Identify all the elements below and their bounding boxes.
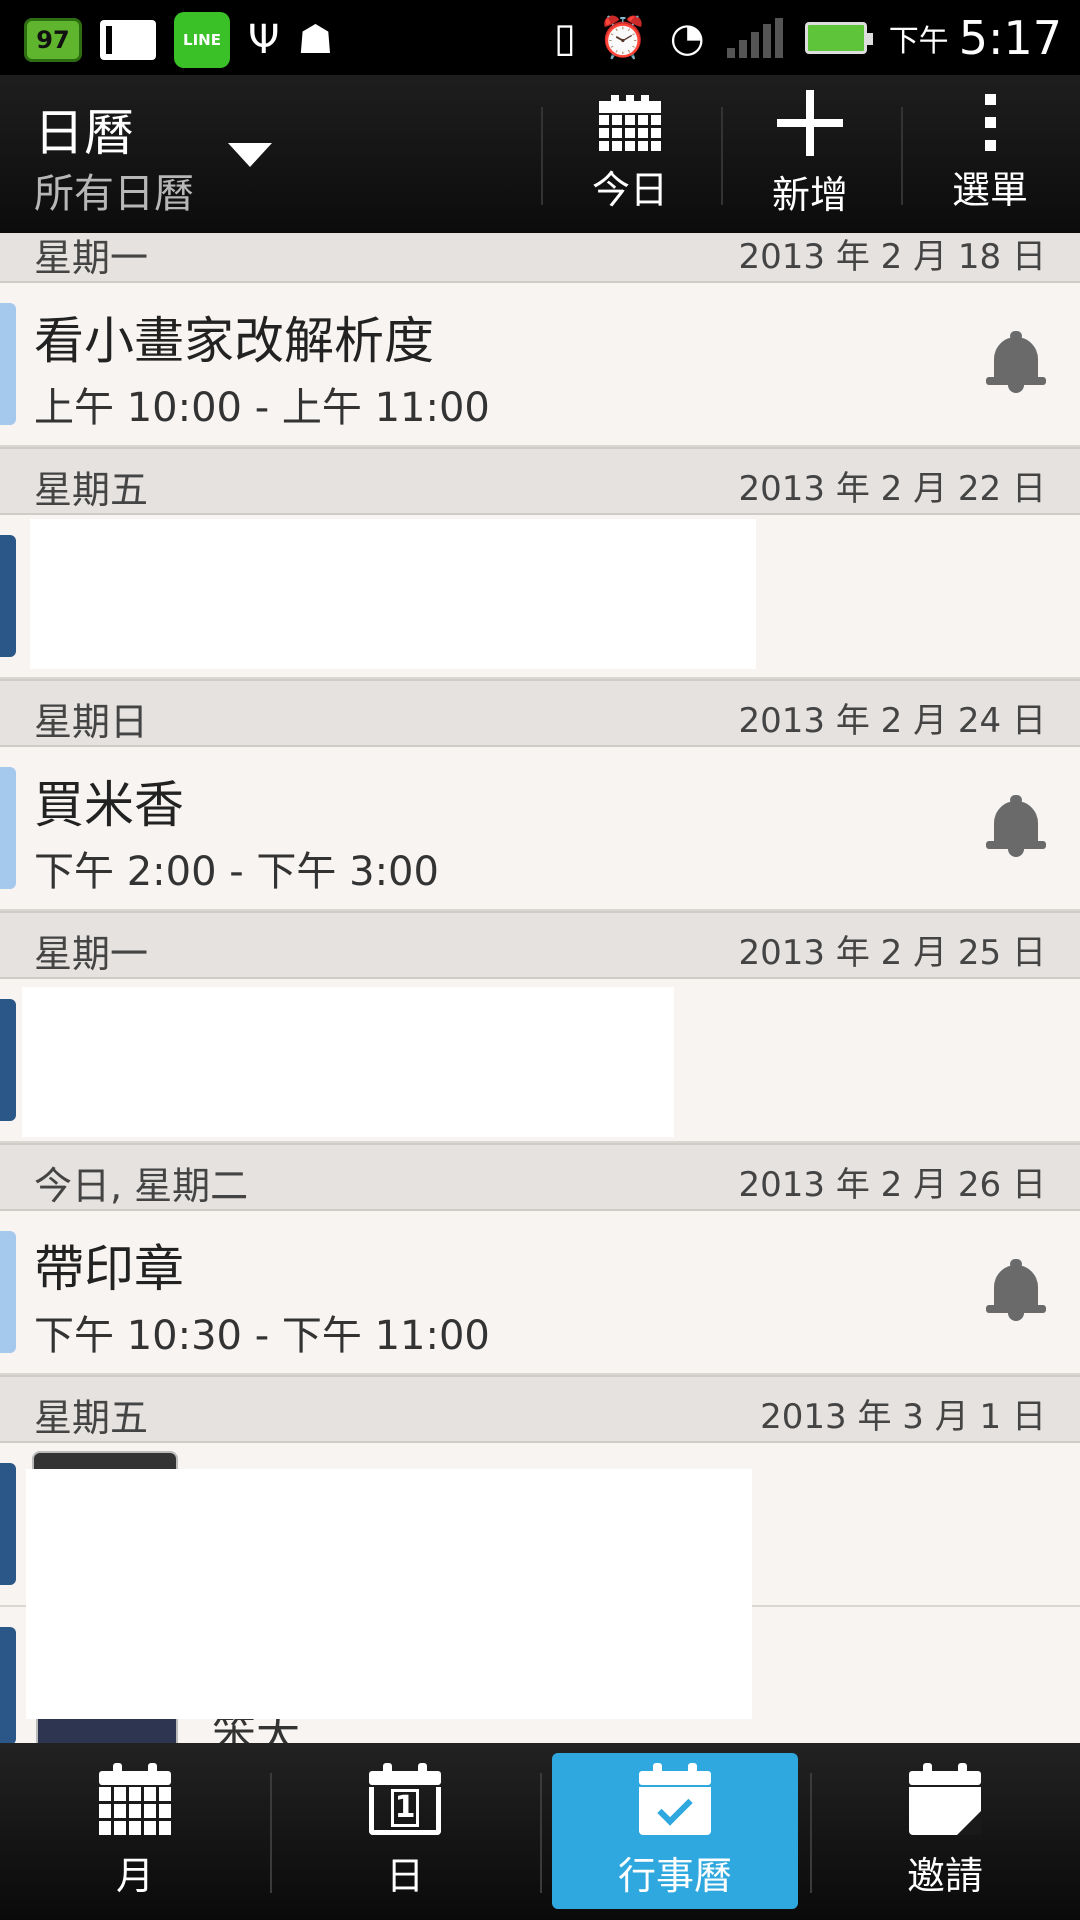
date-label: 2013 年 2 月 26 日 [738, 1165, 1046, 1205]
date-label: 2013 年 2 月 24 日 [738, 701, 1046, 741]
date-header: 星期五 2013 年 3 月 1 日 [0, 1375, 1080, 1443]
event-item[interactable] [0, 515, 1080, 679]
today-button[interactable]: 今日 [542, 75, 718, 233]
android-debug-icon: ☗ [297, 17, 334, 63]
tab-agenda[interactable]: 行事曆 [552, 1753, 798, 1909]
agenda-list[interactable]: 星期一 2013 年 2 月 18 日 看小畫家改解析度 上午 10:00 - … [0, 233, 1080, 1743]
event-time: 上午 10:00 - 上午 11:00 [34, 385, 490, 431]
date-label: 2013 年 2 月 25 日 [738, 933, 1046, 973]
calendar-color-bar [0, 767, 16, 889]
calendar-color-bar [0, 1627, 16, 1743]
agenda-check-icon [639, 1762, 711, 1835]
alarm-icon: ⏰ [597, 14, 648, 61]
menu-button[interactable]: 選單 [902, 75, 1078, 233]
day-name: 星期五 [34, 1396, 149, 1440]
reminder-bell-icon [986, 331, 1046, 393]
calendar-color-bar [0, 303, 16, 425]
gmail-icon [100, 20, 162, 60]
action-bar: 日曆 所有日曆 今日 新增 選單 [0, 75, 1080, 233]
tab-day-label: 日 [385, 1854, 424, 1898]
badge-count: 97 [36, 26, 70, 54]
calendar-filter-label: 所有日曆 [34, 171, 194, 217]
notification-badge-icon: 97 [24, 18, 82, 62]
plus-icon [777, 89, 843, 156]
event-item[interactable] [0, 979, 1080, 1143]
calendar-color-bar [0, 535, 16, 657]
event-title: 帶印章 [34, 1240, 184, 1298]
date-header: 星期日 2013 年 2 月 24 日 [0, 679, 1080, 747]
redacted-region [26, 1469, 752, 1719]
event-title: 買米香 [34, 776, 184, 834]
bottom-nav: 月 1 日 行事曆 邀請 [0, 1743, 1080, 1920]
tab-invitations-label: 邀請 [906, 1854, 983, 1898]
status-bar: 97 LINE Ψ ☗ ▯ ⏰ ◔ 下午 5:17 [0, 0, 1080, 75]
day-name: 星期日 [34, 700, 149, 744]
day-name: 星期一 [34, 932, 149, 976]
date-header: 星期一 2013 年 2 月 18 日 [0, 233, 1080, 283]
tab-month-label: 月 [115, 1854, 154, 1898]
date-label: 2013 年 2 月 18 日 [738, 237, 1046, 277]
add-event-button[interactable]: 新增 [722, 75, 898, 233]
tab-day[interactable]: 1 日 [270, 1743, 540, 1920]
event-title: 看小畫家改解析度 [34, 312, 434, 370]
month-calendar-icon [99, 1763, 171, 1835]
calendar-icon [599, 94, 661, 151]
day-name: 星期一 [34, 236, 149, 280]
event-item[interactable]: 買米香 下午 2:00 - 下午 3:00 [0, 747, 1080, 911]
tab-agenda-label: 行事曆 [617, 1853, 732, 1898]
usb-icon: Ψ [248, 17, 280, 63]
event-item[interactable]: 帶印章 下午 10:30 - 下午 11:00 [0, 1211, 1080, 1375]
calendar-color-bar [0, 1231, 16, 1353]
redacted-region [30, 519, 756, 669]
event-time: 下午 10:30 - 下午 11:00 [34, 1313, 490, 1359]
calendar-selector[interactable]: 日曆 所有日曆 [0, 75, 300, 233]
wifi-icon: ◔ [669, 14, 705, 61]
event-time: 下午 2:00 - 下午 3:00 [34, 849, 439, 895]
tab-invitations[interactable]: 邀請 [810, 1743, 1080, 1920]
signal-icon [726, 17, 783, 58]
calendar-color-bar [0, 1463, 16, 1585]
dropdown-caret-icon [228, 143, 272, 167]
tab-month[interactable]: 月 [0, 1743, 270, 1920]
vibrate-icon: ▯ [553, 14, 576, 61]
date-header: 星期五 2013 年 2 月 22 日 [0, 447, 1080, 515]
divider [540, 1773, 542, 1893]
clock-ampm: 下午 [888, 23, 949, 59]
battery-charging-icon [804, 21, 873, 54]
overflow-menu-icon [984, 94, 996, 151]
day-calendar-icon: 1 [369, 1763, 441, 1835]
clock-time: 5:17 [958, 10, 1062, 65]
add-label: 新增 [771, 172, 848, 217]
date-header: 星期一 2013 年 2 月 25 日 [0, 911, 1080, 979]
line-app-icon: LINE [174, 12, 230, 68]
redacted-region [22, 987, 674, 1137]
date-header: 今日, 星期二 2013 年 2 月 26 日 [0, 1143, 1080, 1211]
event-item[interactable]: 看小畫家改解析度 上午 10:00 - 上午 11:00 [0, 283, 1080, 447]
calendar-color-bar [0, 999, 16, 1121]
line-label: LINE [183, 31, 221, 49]
day-name: 星期五 [34, 468, 149, 512]
today-label: 今日 [591, 167, 668, 212]
date-label: 2013 年 3 月 1 日 [760, 1397, 1046, 1437]
invitation-calendar-icon [909, 1763, 981, 1835]
day-name: 今日, 星期二 [34, 1164, 249, 1208]
reminder-bell-icon [986, 1259, 1046, 1321]
menu-label: 選單 [951, 168, 1028, 212]
date-label: 2013 年 2 月 22 日 [738, 469, 1046, 509]
app-title: 日曆 [34, 104, 134, 162]
reminder-bell-icon [986, 795, 1046, 857]
